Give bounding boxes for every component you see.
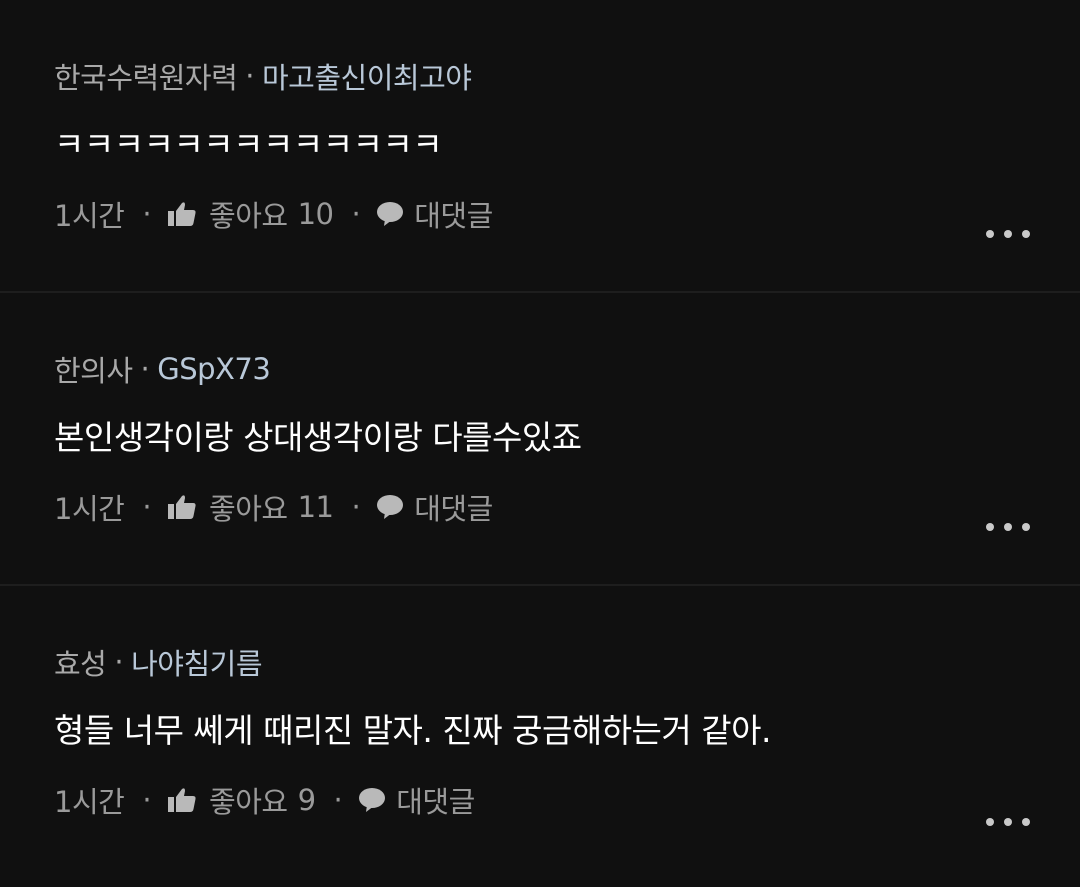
author-nickname[interactable]: GSpX73 [157, 352, 271, 386]
comment-text: 본인생각이랑 상대생각이랑 다를수있죠 [54, 418, 582, 457]
comment-list: 한국수력원자력 · 마고출신이최고야 ㅋㅋㅋㅋㅋㅋㅋㅋㅋㅋㅋㅋㅋ 1시간 · 좋… [0, 0, 1080, 879]
meta-separator: · [142, 783, 152, 817]
like-label[interactable]: 좋아요 [209, 193, 288, 235]
more-options-icon[interactable] [986, 815, 1030, 829]
thumbs-up-icon[interactable] [167, 494, 197, 520]
comment-meta: 1시간 · 좋아요 10 · 대댓글 [54, 194, 1026, 234]
comment-author-line: 한국수력원자력 · 마고출신이최고야 [54, 56, 1026, 96]
meta-separator: · [351, 197, 361, 231]
reply-button[interactable]: 대댓글 [396, 779, 475, 821]
meta-separator: · [333, 783, 343, 817]
comment-time: 1시간 [54, 492, 125, 526]
comment-item: 한의사 · GSpX73 본인생각이랑 상대생각이랑 다를수있죠 1시간 · 좋… [0, 293, 1080, 586]
author-affiliation: 한의사 [54, 354, 133, 388]
reply-button[interactable]: 대댓글 [414, 486, 493, 528]
more-options-icon[interactable] [986, 520, 1030, 534]
speech-bubble-icon[interactable] [358, 787, 386, 813]
comment-text: ㅋㅋㅋㅋㅋㅋㅋㅋㅋㅋㅋㅋㅋ [54, 125, 443, 164]
reply-button[interactable]: 대댓글 [414, 193, 493, 235]
author-nickname[interactable]: 마고출신이최고야 [262, 55, 472, 97]
author-nickname[interactable]: 나야침기름 [131, 641, 262, 683]
author-separator: · [140, 352, 150, 386]
comment-time: 1시간 [54, 199, 125, 233]
author-separator: · [114, 645, 124, 679]
author-affiliation: 한국수력원자력 [54, 61, 238, 95]
author-separator: · [245, 59, 254, 93]
meta-separator: · [142, 197, 152, 231]
comment-time: 1시간 [54, 785, 125, 819]
comment-meta: 1시간 · 좋아요 11 · 대댓글 [54, 487, 1026, 527]
like-label[interactable]: 좋아요 [209, 779, 288, 821]
thumbs-up-icon[interactable] [167, 201, 197, 227]
comment-meta: 1시간 · 좋아요 9 · 대댓글 [54, 780, 1026, 820]
like-count: 11 [297, 490, 334, 524]
meta-separator: · [142, 490, 152, 524]
comment-text: 형들 너무 쎄게 때리진 말자. 진짜 궁금해하는거 같아. [54, 711, 771, 750]
comment-item: 효성 · 나야침기름 형들 너무 쎄게 때리진 말자. 진짜 궁금해하는거 같아… [0, 586, 1080, 879]
like-label[interactable]: 좋아요 [209, 486, 288, 528]
like-count: 10 [297, 197, 334, 231]
meta-separator: · [351, 490, 361, 524]
comment-item: 한국수력원자력 · 마고출신이최고야 ㅋㅋㅋㅋㅋㅋㅋㅋㅋㅋㅋㅋㅋ 1시간 · 좋… [0, 0, 1080, 293]
speech-bubble-icon[interactable] [376, 201, 404, 227]
more-options-icon[interactable] [986, 227, 1030, 241]
thumbs-up-icon[interactable] [167, 787, 197, 813]
author-affiliation: 효성 [54, 647, 107, 681]
like-count: 9 [297, 783, 316, 817]
comment-author-line: 효성 · 나야침기름 [54, 642, 1026, 682]
comment-author-line: 한의사 · GSpX73 [54, 349, 1026, 389]
speech-bubble-icon[interactable] [376, 494, 404, 520]
